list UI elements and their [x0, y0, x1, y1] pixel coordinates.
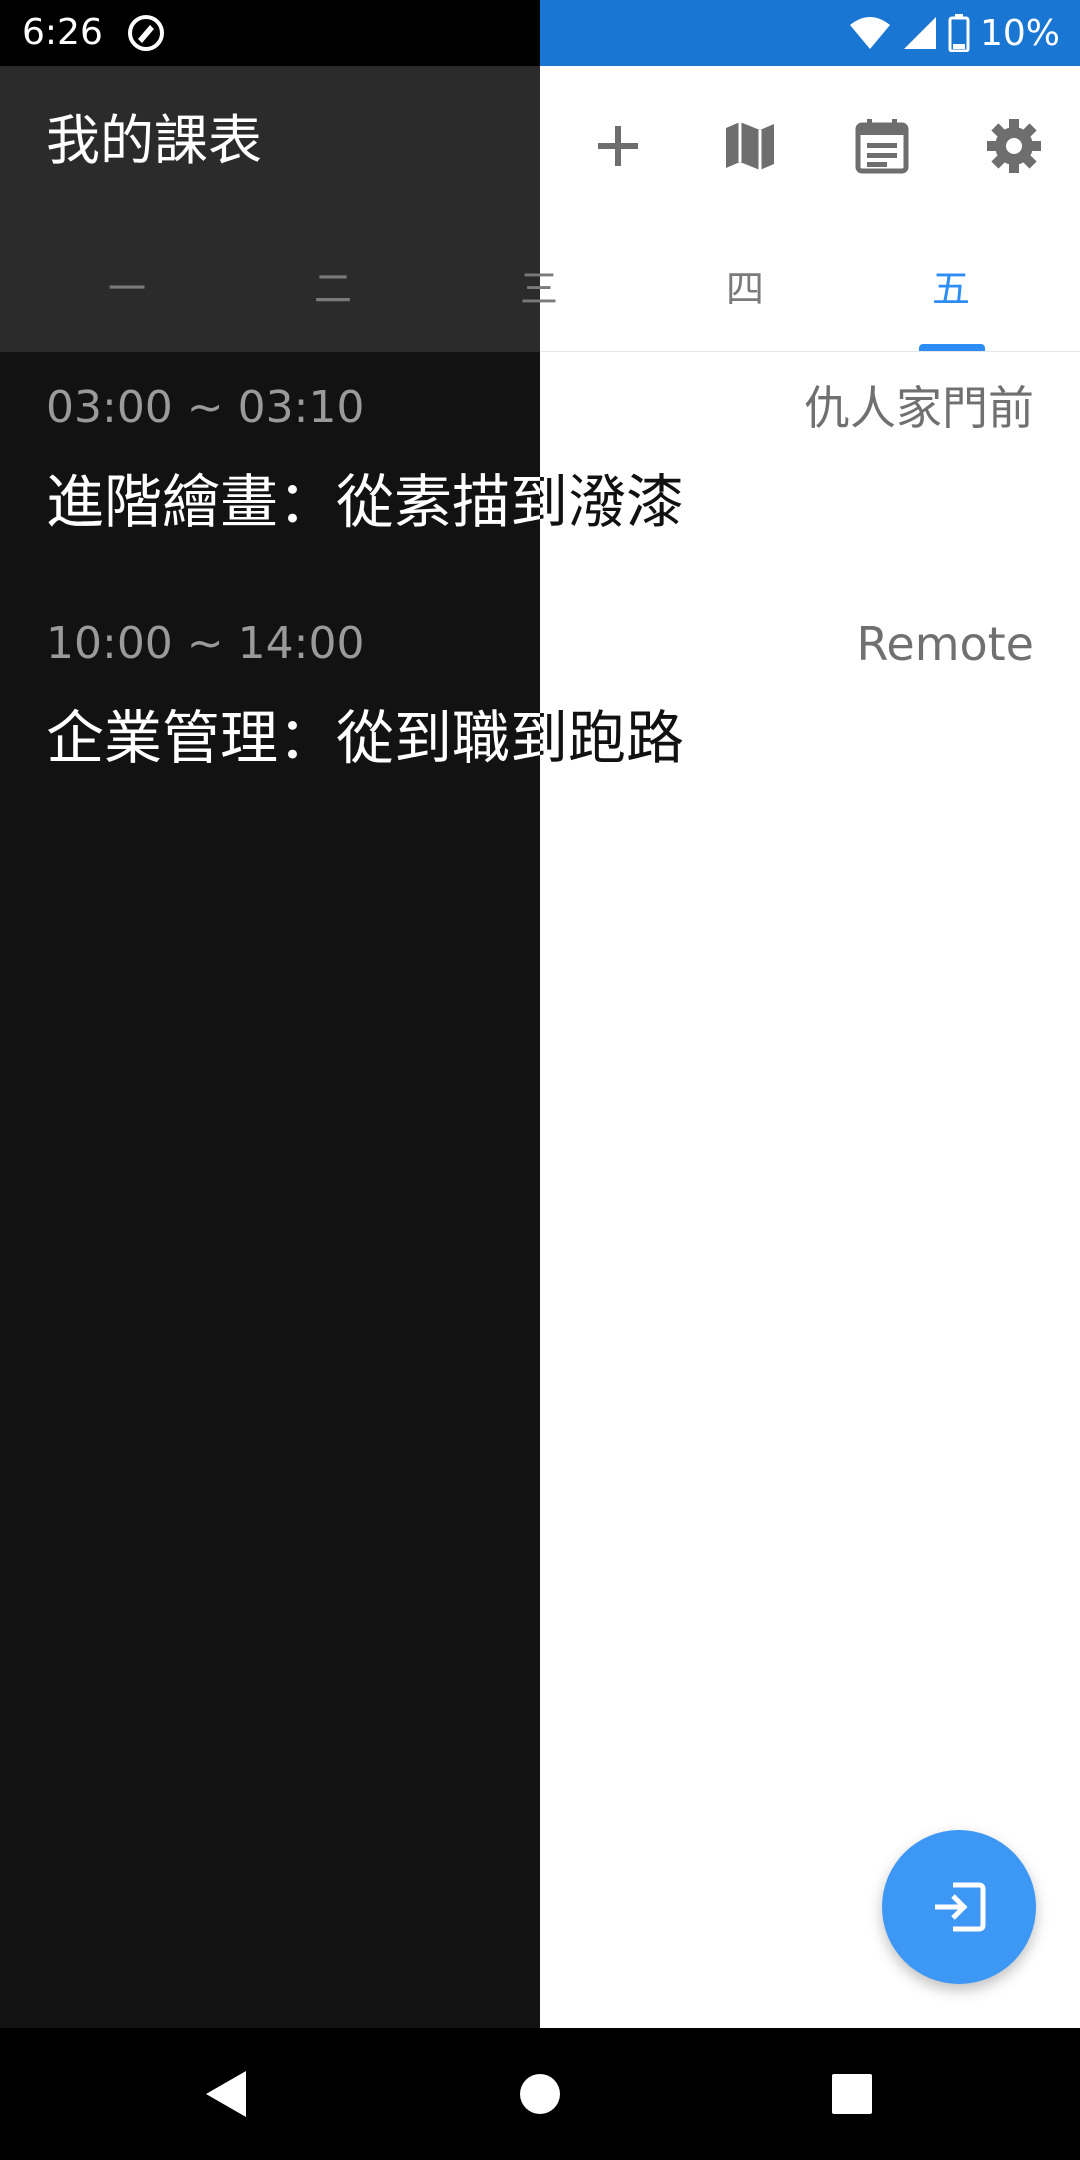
course-list: 03:00 ~ 03:10 仇人家門前 進階繪畫：從素描到潑漆 進階繪畫：從素描… [0, 352, 1080, 2028]
course-item[interactable]: 03:00 ~ 03:10 仇人家門前 進階繪畫：從素描到潑漆 進階繪畫：從素描… [0, 352, 1080, 588]
course-location: 仇人家門前 [804, 381, 1034, 435]
login-icon [935, 1882, 986, 1932]
add-icon [598, 126, 638, 166]
battery-percent: 10% [979, 12, 1060, 54]
course-time: 10:00 ~ 14:00 [46, 618, 365, 669]
system-nav-bar [0, 2028, 1080, 2160]
tab-friday[interactable]: 五 [848, 220, 1054, 350]
recents-icon [832, 2074, 872, 2114]
course-title: 企業管理：從到職到跑路 企業管理：從到職到跑路 [46, 704, 685, 772]
tab-wednesday[interactable]: 三 [436, 220, 642, 350]
course-item[interactable]: 10:00 ~ 14:00 Remote 企業管理：從到職到跑路 企業管理：從到… [0, 588, 1080, 824]
notification-app-icon [128, 15, 164, 51]
wifi-icon [849, 17, 890, 49]
calendar-button[interactable] [846, 110, 918, 182]
course-title: 進階繪畫：從素描到潑漆 進階繪畫：從素描到潑漆 [46, 468, 685, 536]
tab-monday[interactable]: 一 [24, 220, 230, 350]
recents-button[interactable] [786, 2028, 918, 2160]
home-button[interactable] [474, 2028, 606, 2160]
weekday-tabs: 一 二 三 四 五 [0, 220, 1080, 350]
back-icon [206, 2071, 246, 2117]
map-button[interactable] [714, 110, 786, 182]
status-bar: 6:26 10% [0, 0, 1080, 66]
settings-icon [987, 119, 1041, 173]
back-button[interactable] [160, 2028, 292, 2160]
course-time: 03:00 ~ 03:10 [46, 382, 365, 433]
add-button[interactable] [582, 110, 654, 182]
map-icon [726, 122, 774, 170]
calendar-icon [855, 119, 909, 174]
login-fab-button[interactable] [882, 1830, 1036, 1984]
status-time: 6:26 [22, 12, 103, 53]
app-title: 我的課表 [46, 109, 262, 172]
tab-thursday[interactable]: 四 [642, 220, 848, 350]
settings-button[interactable] [978, 110, 1050, 182]
signal-icon [903, 17, 936, 49]
battery-icon [948, 14, 970, 52]
course-location: Remote [856, 617, 1035, 671]
home-icon [520, 2074, 560, 2114]
tab-tuesday[interactable]: 二 [230, 220, 436, 350]
